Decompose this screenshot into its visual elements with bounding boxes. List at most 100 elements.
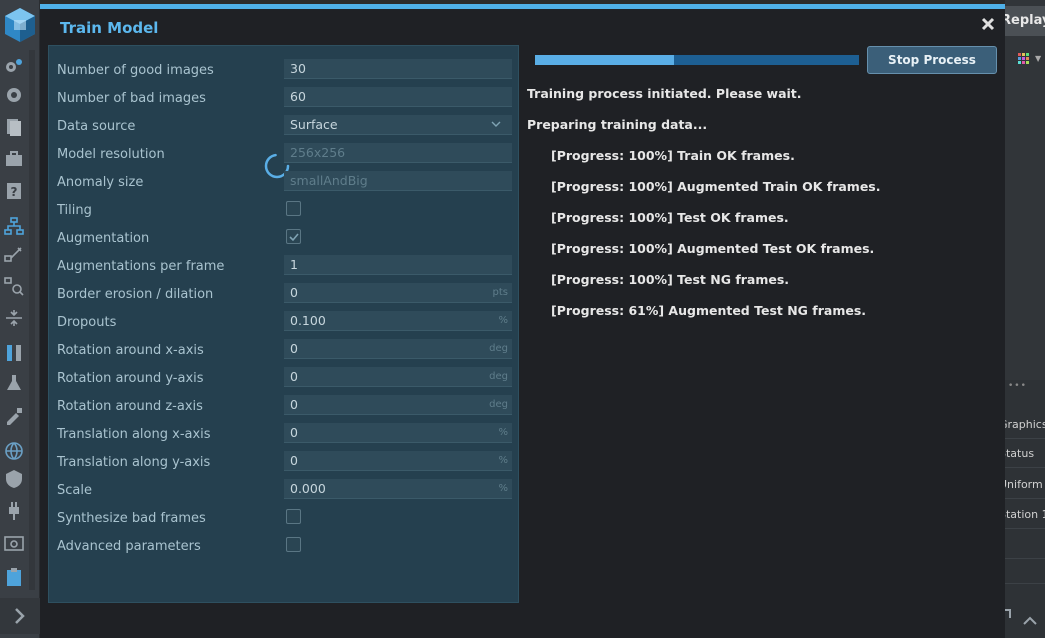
parameter-checkbox[interactable] xyxy=(286,509,301,524)
parameter-unit: deg xyxy=(489,371,508,382)
help-book-icon[interactable]: ? xyxy=(3,180,25,202)
parameter-label: Rotation around z-axis xyxy=(57,399,203,414)
parameter-value: 1 xyxy=(290,257,298,272)
bg-list-item-empty[interactable] xyxy=(1005,556,1045,584)
parameter-value: 0 xyxy=(290,369,298,384)
parameters-panel: Number of good images 30 Number of bad ima… xyxy=(48,45,519,603)
measure-icon[interactable] xyxy=(3,342,25,364)
parameter-label: Translation along y-axis xyxy=(57,455,211,470)
close-button[interactable] xyxy=(980,16,996,32)
parameter-row: Dropouts 0.100% xyxy=(49,309,520,337)
app-logo-icon xyxy=(5,8,35,42)
parameter-value: 0 xyxy=(290,397,298,412)
parameter-row: Augmentations per frame 1 xyxy=(49,253,520,281)
parameter-input[interactable]: 0.100% xyxy=(284,311,512,331)
documents-icon[interactable] xyxy=(3,116,25,138)
parameter-label: Synthesize bad frames xyxy=(57,511,206,526)
parameter-input[interactable]: 30 xyxy=(284,59,512,79)
log-line: [Progress: 100%] Test OK frames. xyxy=(551,210,789,225)
parameter-input[interactable]: 0 pts xyxy=(284,283,512,303)
parameter-row: Rotation around x-axis 0 deg xyxy=(49,337,520,365)
parameter-input[interactable]: 0% xyxy=(284,451,512,471)
bg-list-item[interactable]: Status xyxy=(1005,440,1045,468)
stop-process-button[interactable]: Stop Process xyxy=(867,46,997,74)
plug-icon[interactable] xyxy=(3,500,25,522)
svg-text:?: ? xyxy=(11,185,18,199)
parameter-value: 0 xyxy=(290,341,298,356)
compress-icon[interactable] xyxy=(3,307,25,329)
parameter-row: Tiling xyxy=(49,197,520,225)
caret-down-icon[interactable]: ▼ xyxy=(1035,54,1041,63)
parameter-value: 0 xyxy=(290,425,298,440)
parameter-row: Anomaly size smallAndBig xyxy=(49,169,520,197)
parameter-row: Translation along y-axis 0% xyxy=(49,449,520,477)
parameter-input: 256x256 xyxy=(284,143,512,163)
parameter-value: 0 xyxy=(290,453,298,468)
camera-frame-icon[interactable] xyxy=(3,532,25,554)
settings-cluster-icon[interactable] xyxy=(3,55,25,77)
train-model-dialog: Train Model Number of good images 30 Numbe… xyxy=(40,4,1005,638)
parameter-value: 0.000 xyxy=(290,481,326,496)
parameter-checkbox[interactable] xyxy=(286,201,301,216)
chevron-up-icon[interactable] xyxy=(1000,604,1045,634)
parameter-input[interactable]: 0 deg xyxy=(284,395,512,415)
globe-icon[interactable] xyxy=(3,440,25,462)
bg-list-item[interactable]: Graphics xyxy=(1005,411,1045,439)
log-line: [Progress: 61%] Augmented Test NG frames… xyxy=(551,303,867,318)
clipboard-icon[interactable] xyxy=(3,566,25,588)
parameter-value: 256x256 xyxy=(290,145,346,160)
parameter-input[interactable]: 1 xyxy=(284,255,512,275)
parameter-unit: pts xyxy=(492,287,508,298)
progress-bar-fill xyxy=(535,55,675,65)
checkmark-icon xyxy=(289,233,299,242)
edit-network-icon[interactable] xyxy=(3,243,25,265)
parameter-unit: % xyxy=(498,427,508,438)
parameter-label: Tiling xyxy=(57,203,92,218)
search-network-icon[interactable] xyxy=(3,275,25,297)
parameter-label: Number of good images xyxy=(57,63,214,78)
parameter-label: Dropouts xyxy=(57,315,117,330)
log-line: Preparing training data... xyxy=(527,117,708,132)
replay-button[interactable]: Replay xyxy=(1005,6,1045,36)
parameter-row: Number of good images 30 xyxy=(49,57,520,85)
drag-handle-icon[interactable]: ••• xyxy=(1008,381,1027,391)
network-icon[interactable] xyxy=(3,215,25,237)
brush-icon[interactable] xyxy=(3,405,25,427)
parameter-value: Surface xyxy=(290,117,338,132)
parameter-unit: % xyxy=(498,455,508,466)
gear-icon[interactable] xyxy=(3,84,25,106)
color-grid-icon[interactable] xyxy=(1018,53,1032,65)
close-icon xyxy=(981,17,995,31)
parameter-input[interactable]: 60 xyxy=(284,87,512,107)
toolbox-icon[interactable] xyxy=(3,148,25,170)
parameter-label: Number of bad images xyxy=(57,91,206,106)
lab-icon[interactable] xyxy=(3,372,25,394)
chevron-right-icon xyxy=(15,608,25,624)
log-line: [Progress: 100%] Augmented Test OK frame… xyxy=(551,241,875,256)
toolbar-scrollbar[interactable] xyxy=(29,50,35,590)
parameter-checkbox[interactable] xyxy=(286,229,301,244)
parameter-row: Border erosion / dilation 0 pts xyxy=(49,281,520,309)
parameter-row: Scale 0.000% xyxy=(49,477,520,505)
parameter-input[interactable]: 0 deg xyxy=(284,339,512,359)
parameter-label: Rotation around x-axis xyxy=(57,343,204,358)
expand-toolbar-button[interactable] xyxy=(0,598,40,634)
dialog-title: Train Model xyxy=(60,19,159,37)
parameter-select[interactable]: Surface xyxy=(284,115,512,135)
parameter-input[interactable]: 0 deg xyxy=(284,367,512,387)
bg-list-item[interactable]: Station 1 xyxy=(1005,501,1045,529)
bg-list-item[interactable]: Uniform S xyxy=(1005,471,1045,499)
bg-list-item-empty[interactable] xyxy=(1005,531,1045,559)
left-toolbar: ? xyxy=(0,0,40,638)
shield-icon[interactable] xyxy=(3,468,25,490)
parameter-label: Augmentations per frame xyxy=(57,259,225,274)
parameter-row: Translation along x-axis 0% xyxy=(49,421,520,449)
parameter-unit: % xyxy=(498,315,508,326)
parameter-value: 0 xyxy=(290,285,298,300)
parameter-row: Rotation around y-axis 0 deg xyxy=(49,365,520,393)
parameter-checkbox[interactable] xyxy=(286,537,301,552)
progress-bar xyxy=(535,55,859,65)
parameter-row: Advanced parameters xyxy=(49,533,520,561)
parameter-input[interactable]: 0.000% xyxy=(284,479,512,499)
parameter-input[interactable]: 0% xyxy=(284,423,512,443)
